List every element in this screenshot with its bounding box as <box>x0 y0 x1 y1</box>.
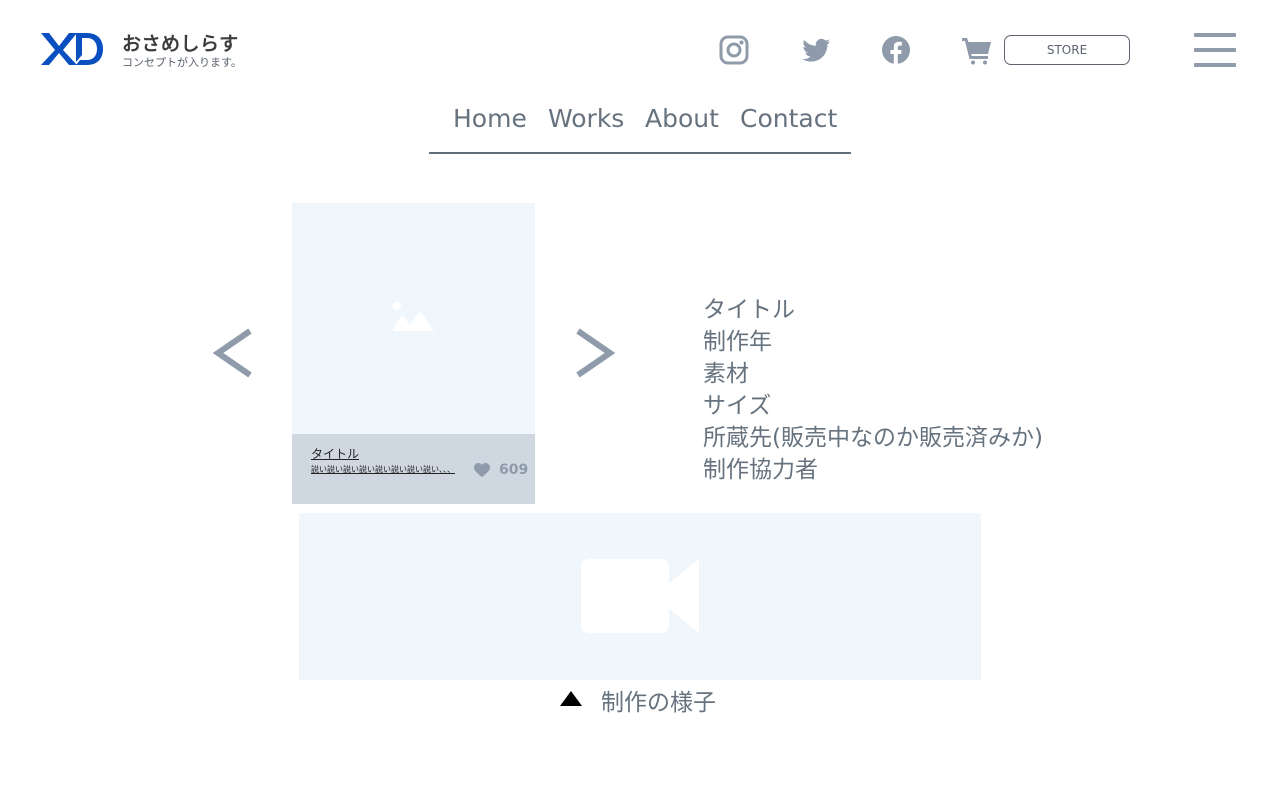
triangle-up-icon[interactable] <box>559 690 583 707</box>
facebook-icon[interactable] <box>880 34 912 66</box>
nav-works[interactable]: Works <box>548 104 624 133</box>
image-placeholder-icon <box>392 302 434 331</box>
video-caption: 制作の様子 <box>601 690 716 716</box>
instagram-icon[interactable] <box>718 34 750 66</box>
detail-title: タイトル <box>703 297 795 323</box>
card-description: 説い説い説い説い説い説い説い説い、、、 <box>311 465 455 474</box>
like-count: 609 <box>499 462 529 478</box>
card-footer: タイトル 説い説い説い説い説い説い説い説い、、、 609 <box>292 434 535 504</box>
video-camera-icon <box>581 559 699 633</box>
detail-material: 素材 <box>703 361 749 387</box>
detail-size: サイズ <box>703 393 772 419</box>
chevron-left-icon[interactable] <box>212 327 254 381</box>
store-button[interactable]: STORE <box>1004 35 1130 65</box>
video-player[interactable] <box>299 513 981 680</box>
twitter-icon[interactable] <box>800 34 832 66</box>
nav-about[interactable]: About <box>645 104 719 133</box>
card-title[interactable]: タイトル <box>311 445 359 462</box>
site-name: おさめしらす <box>122 33 239 55</box>
cart-icon[interactable] <box>961 35 993 67</box>
site-concept: コンセプトが入ります。 <box>122 56 242 69</box>
nav-underline <box>429 152 851 154</box>
xd-logo[interactable] <box>40 31 104 67</box>
work-details: タイトル 制作年 素材 サイズ 所蔵先(販売中なのか販売済みか) 制作協力者 <box>703 294 1043 486</box>
nav-contact[interactable]: Contact <box>740 104 837 133</box>
page: おさめしらす コンセプトが入ります。 STORE Home Works Abou… <box>0 0 1280 800</box>
menu-bar <box>1194 48 1236 52</box>
heart-icon[interactable] <box>474 463 490 478</box>
detail-year: 制作年 <box>703 329 772 355</box>
detail-collection: 所蔵先(販売中なのか販売済みか) <box>703 425 1043 451</box>
menu-bar <box>1194 33 1236 37</box>
hamburger-menu-icon[interactable] <box>1194 33 1236 67</box>
work-card[interactable]: タイトル 説い説い説い説い説い説い説い説い、、、 609 <box>292 203 535 504</box>
nav-home[interactable]: Home <box>453 104 527 133</box>
detail-collaborator: 制作協力者 <box>703 457 818 483</box>
chevron-right-icon[interactable] <box>574 327 616 381</box>
menu-bar <box>1194 63 1236 67</box>
